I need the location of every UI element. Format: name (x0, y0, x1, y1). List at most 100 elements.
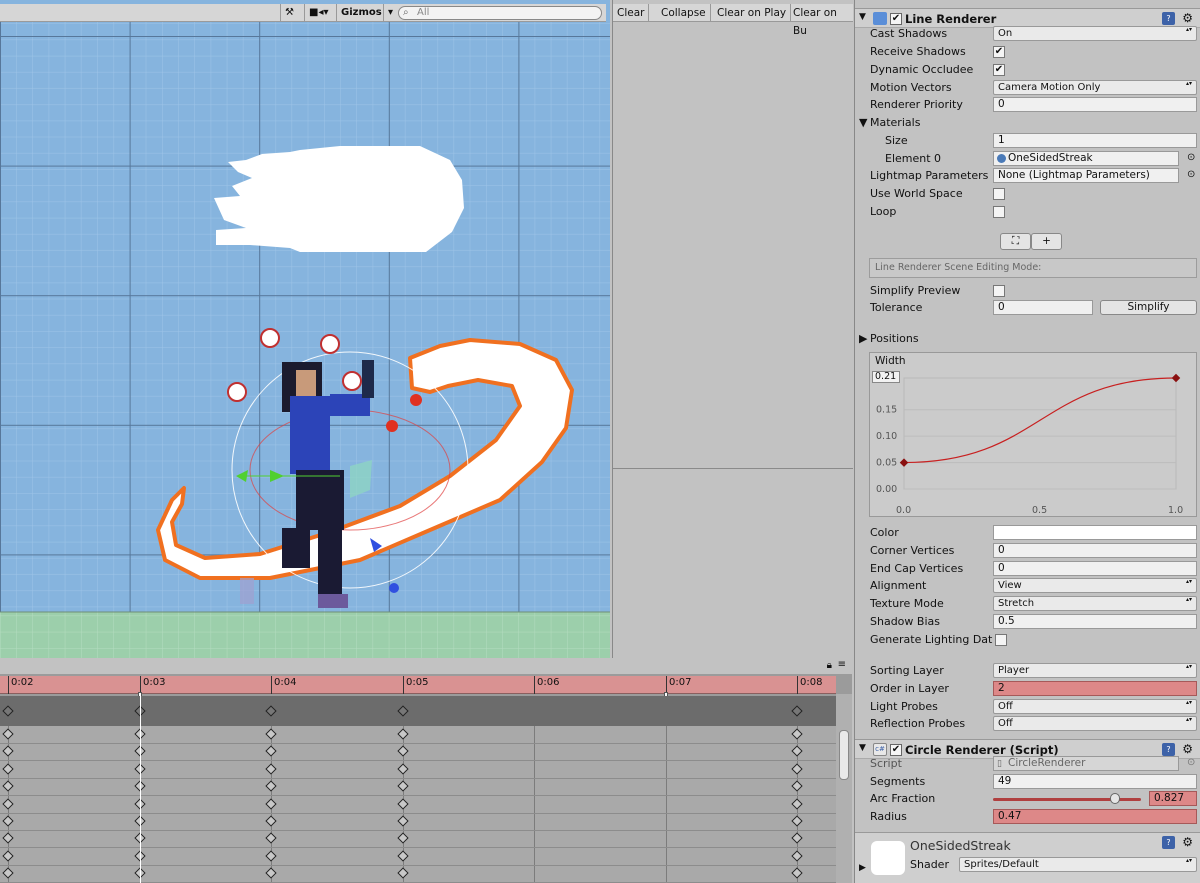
materials-size-input[interactable]: 1 (993, 133, 1197, 148)
keyframe[interactable] (265, 745, 277, 758)
use-world-space-checkbox[interactable] (993, 188, 1005, 200)
scene-view[interactable]: ⚒ ■◂▾ Gizmos ▾ ⌕ All (0, 0, 610, 658)
fold-arrow-icon[interactable]: ▶ (859, 863, 866, 873)
renderer-priority-input[interactable]: 0 (993, 97, 1197, 112)
sorting-layer-dropdown[interactable]: Player (993, 663, 1197, 678)
help-icon[interactable]: ? (1162, 12, 1175, 25)
keyframe[interactable] (265, 728, 277, 740)
lock-icon[interactable]: 🔒︎ (827, 660, 832, 671)
materials-label[interactable]: Materials (870, 116, 920, 129)
console-collapse-button[interactable]: Collapse (657, 4, 711, 22)
keyframe[interactable] (2, 867, 14, 879)
color-swatch[interactable] (993, 525, 1197, 540)
light-probes-dropdown[interactable]: Off (993, 699, 1197, 714)
settings-gear-icon[interactable]: ⚙ (1182, 742, 1193, 756)
arc-fraction-slider-thumb[interactable] (1110, 793, 1121, 804)
keyframe[interactable] (2, 832, 14, 845)
receive-shadows-checkbox[interactable]: ✔ (993, 46, 1005, 58)
keyframe[interactable] (265, 780, 277, 792)
width-curve-plot[interactable]: 0.15 0.10 0.05 0.00 0.0 0.5 1.0 (870, 353, 1198, 518)
materials-fold-icon[interactable]: ▼ (859, 116, 867, 129)
keyframe[interactable] (2, 728, 14, 740)
add-point-button[interactable]: + (1031, 233, 1062, 250)
menu-icon[interactable]: ≡ (838, 659, 846, 670)
keyframe[interactable] (2, 745, 14, 758)
scene-canvas[interactable] (0, 0, 610, 658)
simplify-button[interactable]: Simplify (1100, 300, 1197, 315)
keyframe[interactable] (265, 867, 277, 879)
summary-keyframe[interactable] (2, 705, 14, 717)
keyframe[interactable] (397, 763, 409, 775)
arc-fraction-input[interactable]: 0.827 (1149, 791, 1197, 806)
element-0-object-field[interactable]: OneSidedStreak (993, 151, 1179, 166)
fold-arrow-icon[interactable]: ▼ (859, 743, 866, 753)
loop-checkbox[interactable] (993, 206, 1005, 218)
keyframe[interactable] (2, 780, 14, 792)
object-picker-icon[interactable]: ⊙ (1187, 152, 1195, 163)
summary-keyframe[interactable] (397, 705, 409, 717)
keyframe[interactable] (2, 797, 14, 810)
lightmap-parameters-field[interactable]: None (Lightmap Parameters) (993, 168, 1179, 183)
curve-key-point[interactable] (1171, 373, 1181, 383)
width-curve-editor[interactable]: Width 0.21 0.15 0.10 0.05 0.00 0.0 0.5 1.0 (869, 352, 1197, 517)
keyframe[interactable] (397, 797, 409, 810)
keyframe[interactable] (791, 815, 803, 827)
radius-input[interactable]: 0.47 (993, 809, 1197, 824)
console-clear-button[interactable]: Clear (613, 4, 650, 22)
dopesheet-scrollbar[interactable] (836, 694, 852, 883)
summary-keyframe[interactable] (265, 705, 277, 717)
keyframe[interactable] (265, 815, 277, 827)
shader-dropdown[interactable]: Sprites/Default (959, 857, 1197, 872)
shadow-bias-input[interactable]: 0.5 (993, 614, 1197, 629)
dopesheet-scroll-thumb[interactable] (839, 730, 849, 780)
keyframe[interactable] (791, 832, 803, 845)
keyframe[interactable] (791, 763, 803, 775)
gizmos-button[interactable]: Gizmos (336, 4, 386, 22)
generate-lighting-checkbox[interactable] (995, 634, 1007, 646)
line-renderer-enabled-checkbox[interactable]: ✔ (890, 13, 902, 25)
keyframe[interactable] (397, 815, 409, 827)
edit-points-button[interactable]: ⛶ (1000, 233, 1031, 250)
positions-fold-icon[interactable]: ▶ (859, 332, 867, 345)
gizmos-dropdown-icon[interactable]: ▾ (383, 4, 397, 22)
positions-label[interactable]: Positions (870, 332, 919, 345)
end-cap-vertices-input[interactable]: 0 (993, 561, 1197, 576)
keyframe[interactable] (2, 763, 14, 775)
reflection-probes-dropdown[interactable]: Off (993, 716, 1197, 731)
simplify-preview-checkbox[interactable] (993, 285, 1005, 297)
alignment-dropdown[interactable]: View (993, 578, 1197, 593)
time-ruler[interactable]: 0:02 0:03 0:04 0:05 0:06 0:07 0:08 (0, 676, 836, 694)
curve-key-point[interactable] (899, 458, 909, 467)
keyframe[interactable] (397, 745, 409, 758)
console-clear-on-play-button[interactable]: Clear on Play (713, 4, 792, 22)
camera-icon[interactable]: ■◂▾ (304, 4, 333, 22)
keyframe[interactable] (791, 867, 803, 879)
dynamic-occludee-checkbox[interactable]: ✔ (993, 64, 1005, 76)
keyframe[interactable] (265, 763, 277, 775)
order-in-layer-input[interactable]: 2 (993, 681, 1197, 696)
texture-mode-dropdown[interactable]: Stretch (993, 596, 1197, 611)
keyframe[interactable] (265, 850, 277, 862)
object-picker-icon[interactable]: ⊙ (1187, 169, 1195, 180)
console-clear-on-build-button[interactable]: Clear on Bu (789, 4, 853, 37)
keyframe[interactable] (265, 832, 277, 845)
cast-shadows-dropdown[interactable]: On (993, 26, 1197, 41)
keyframe[interactable] (397, 780, 409, 792)
wrench-icon[interactable]: ⚒ (280, 4, 298, 22)
segments-input[interactable]: 49 (993, 774, 1197, 789)
keyframe[interactable] (2, 850, 14, 862)
keyframe[interactable] (791, 728, 803, 740)
keyframe[interactable] (2, 815, 14, 827)
keyframe[interactable] (791, 745, 803, 758)
keyframe[interactable] (791, 780, 803, 792)
fold-arrow-icon[interactable]: ▼ (859, 12, 866, 22)
help-icon[interactable]: ? (1162, 836, 1175, 849)
keyframe[interactable] (791, 797, 803, 810)
console-divider[interactable] (613, 468, 853, 469)
settings-gear-icon[interactable]: ⚙ (1182, 835, 1193, 849)
gizmo-handle-y[interactable] (386, 420, 398, 432)
motion-vectors-dropdown[interactable]: Camera Motion Only (993, 80, 1197, 95)
settings-gear-icon[interactable]: ⚙ (1182, 11, 1193, 25)
keyframe[interactable] (397, 832, 409, 845)
corner-vertices-input[interactable]: 0 (993, 543, 1197, 558)
